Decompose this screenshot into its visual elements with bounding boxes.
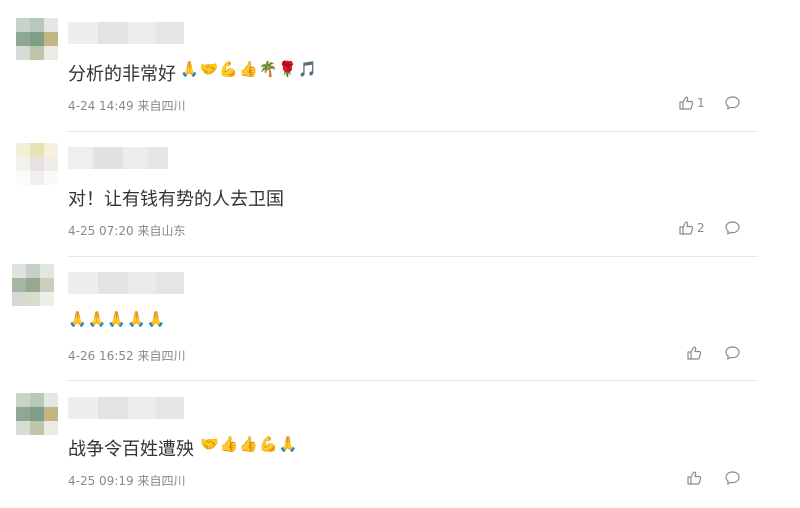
thumbs-up-icon: [679, 221, 694, 235]
comment-text: 对！让有钱有势的人去卫国: [68, 189, 284, 210]
comment-meta: 4-25 07:20 来自山东: [68, 222, 185, 239]
emoji-sequence: 🙏🙏🙏🙏🙏: [68, 310, 167, 328]
comment-meta: 4-24 14:49 来自四川: [68, 97, 185, 114]
location: 来自四川: [137, 349, 186, 363]
avatar[interactable]: [16, 18, 58, 60]
timestamp: 4-25 09:19: [68, 474, 134, 488]
username-blurred[interactable]: [68, 147, 184, 169]
reply-button[interactable]: [724, 470, 741, 490]
username-blurred[interactable]: [68, 397, 184, 419]
location: 来自四川: [137, 474, 186, 488]
avatar[interactable]: [16, 143, 58, 185]
timestamp: 4-24 14:49: [68, 99, 134, 113]
emoji-sequence: 🙏🤝💪👍🌴🌹🎵: [180, 60, 318, 78]
comment-text: 战争令百姓遭殃: [68, 439, 194, 460]
comment-text: 分析的非常好: [68, 64, 176, 85]
timestamp: 4-25 07:20: [68, 224, 134, 238]
avatar[interactable]: [16, 393, 58, 435]
thumbs-up-icon: [679, 96, 694, 110]
like-button[interactable]: [686, 345, 705, 361]
username-blurred[interactable]: [68, 272, 184, 294]
comment-meta: 4-26 16:52 来自四川: [68, 347, 185, 364]
comment-bubble-icon: [725, 221, 740, 235]
location: 来自山东: [137, 224, 186, 238]
comment-item: 分析的非常好 🙏🤝💪👍🌴🌹🎵 4-24 14:49 来自四川 1: [0, 0, 800, 124]
emoji-sequence: 🤝👍👍💪🙏: [200, 435, 299, 453]
like-button[interactable]: [686, 470, 705, 486]
thumbs-up-icon: [687, 471, 702, 485]
like-count: 1: [697, 96, 705, 110]
like-button[interactable]: 1: [678, 95, 705, 111]
comment-bubble-icon: [725, 471, 740, 485]
thumbs-up-icon: [687, 346, 702, 360]
comment-bubble-icon: [725, 346, 740, 360]
avatar[interactable]: [12, 264, 54, 306]
timestamp: 4-26 16:52: [68, 349, 134, 363]
comment-item: 战争令百姓遭殃 🤝👍👍💪🙏 4-25 09:19 来自四川: [0, 375, 800, 499]
comment-bubble-icon: [725, 96, 740, 110]
comment-meta: 4-25 09:19 来自四川: [68, 472, 185, 489]
reply-button[interactable]: [724, 345, 741, 365]
comment-item: 对！让有钱有势的人去卫国 4-25 07:20 来自山东 2: [0, 125, 800, 249]
reply-button[interactable]: [724, 220, 741, 240]
reply-button[interactable]: [724, 95, 741, 115]
comment-item: 🙏🙏🙏🙏🙏 4-26 16:52 来自四川: [0, 250, 800, 374]
like-button[interactable]: 2: [678, 220, 705, 236]
like-count: 2: [697, 221, 705, 235]
username-blurred[interactable]: [68, 22, 184, 44]
location: 来自四川: [137, 99, 186, 113]
